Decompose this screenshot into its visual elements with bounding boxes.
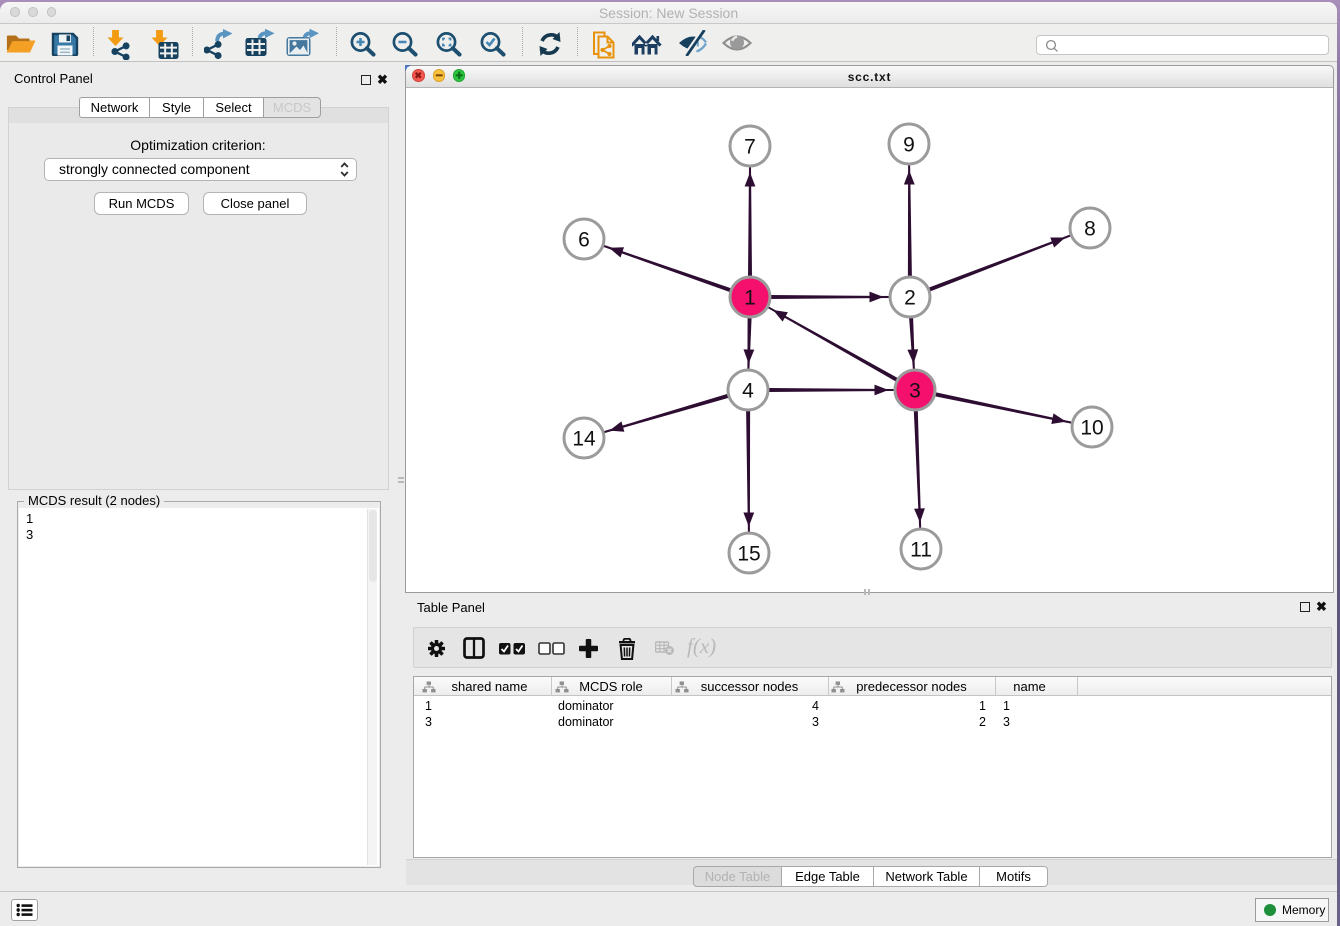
svg-text:4: 4 xyxy=(742,380,754,403)
svg-text:3: 3 xyxy=(909,380,921,403)
svg-text:7: 7 xyxy=(744,136,756,159)
svg-text:6: 6 xyxy=(578,229,590,252)
svg-text:11: 11 xyxy=(910,539,932,562)
svg-text:2: 2 xyxy=(904,287,916,310)
svg-text:8: 8 xyxy=(1084,218,1096,241)
svg-text:14: 14 xyxy=(572,428,596,451)
svg-text:1: 1 xyxy=(744,287,756,310)
svg-text:10: 10 xyxy=(1080,417,1103,440)
svg-text:15: 15 xyxy=(737,543,760,566)
svg-text:9: 9 xyxy=(903,134,915,157)
